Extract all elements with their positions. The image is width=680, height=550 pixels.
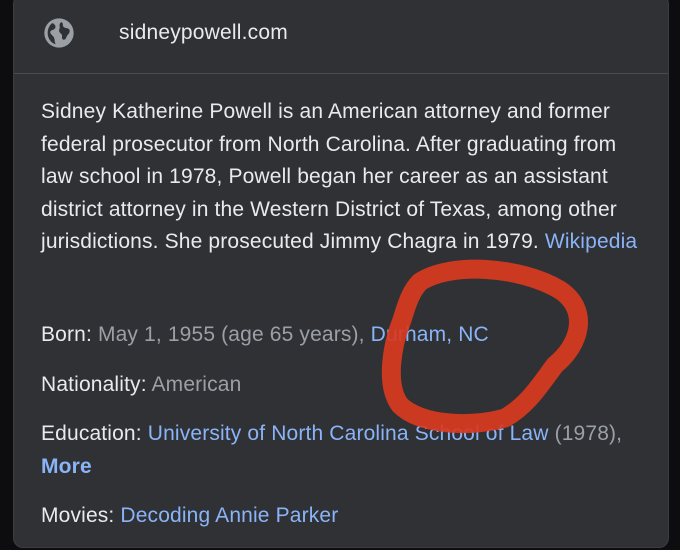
description-text: Sidney Katherine Powell is an American a… [41,100,617,253]
site-url[interactable]: sidneypowell.com [119,21,288,45]
nationality-label: Nationality [41,373,141,396]
education-year: (1978) [554,422,617,445]
knowledge-panel-card: sidneypowell.com Sidney Katherine Powell… [13,0,669,548]
website-row[interactable]: sidneypowell.com [14,0,668,74]
movies-label: Movies [41,504,109,527]
education-school-link[interactable]: University of North Carolina School of L… [148,422,549,445]
description: Sidney Katherine Powell is an American a… [41,96,641,259]
fact-education: Education: University of North Carolina … [41,422,623,478]
fact-movies: Movies: Decoding Annie Parker [41,504,339,527]
education-label: Education [41,422,136,445]
movies-link[interactable]: Decoding Annie Parker [120,504,338,527]
fact-born: Born: May 1, 1955 (age 65 years), Durham… [41,323,489,346]
born-label: Born [41,323,86,346]
nationality-value: American [151,373,242,396]
education-more-link[interactable]: More [41,455,92,478]
born-date: May 1, 1955 (age 65 years) [97,323,359,346]
globe-icon [44,18,74,48]
wikipedia-link[interactable]: Wikipedia [545,230,637,253]
fact-nationality: Nationality: American [41,373,242,396]
born-place-link[interactable]: Durham, NC [371,323,489,346]
